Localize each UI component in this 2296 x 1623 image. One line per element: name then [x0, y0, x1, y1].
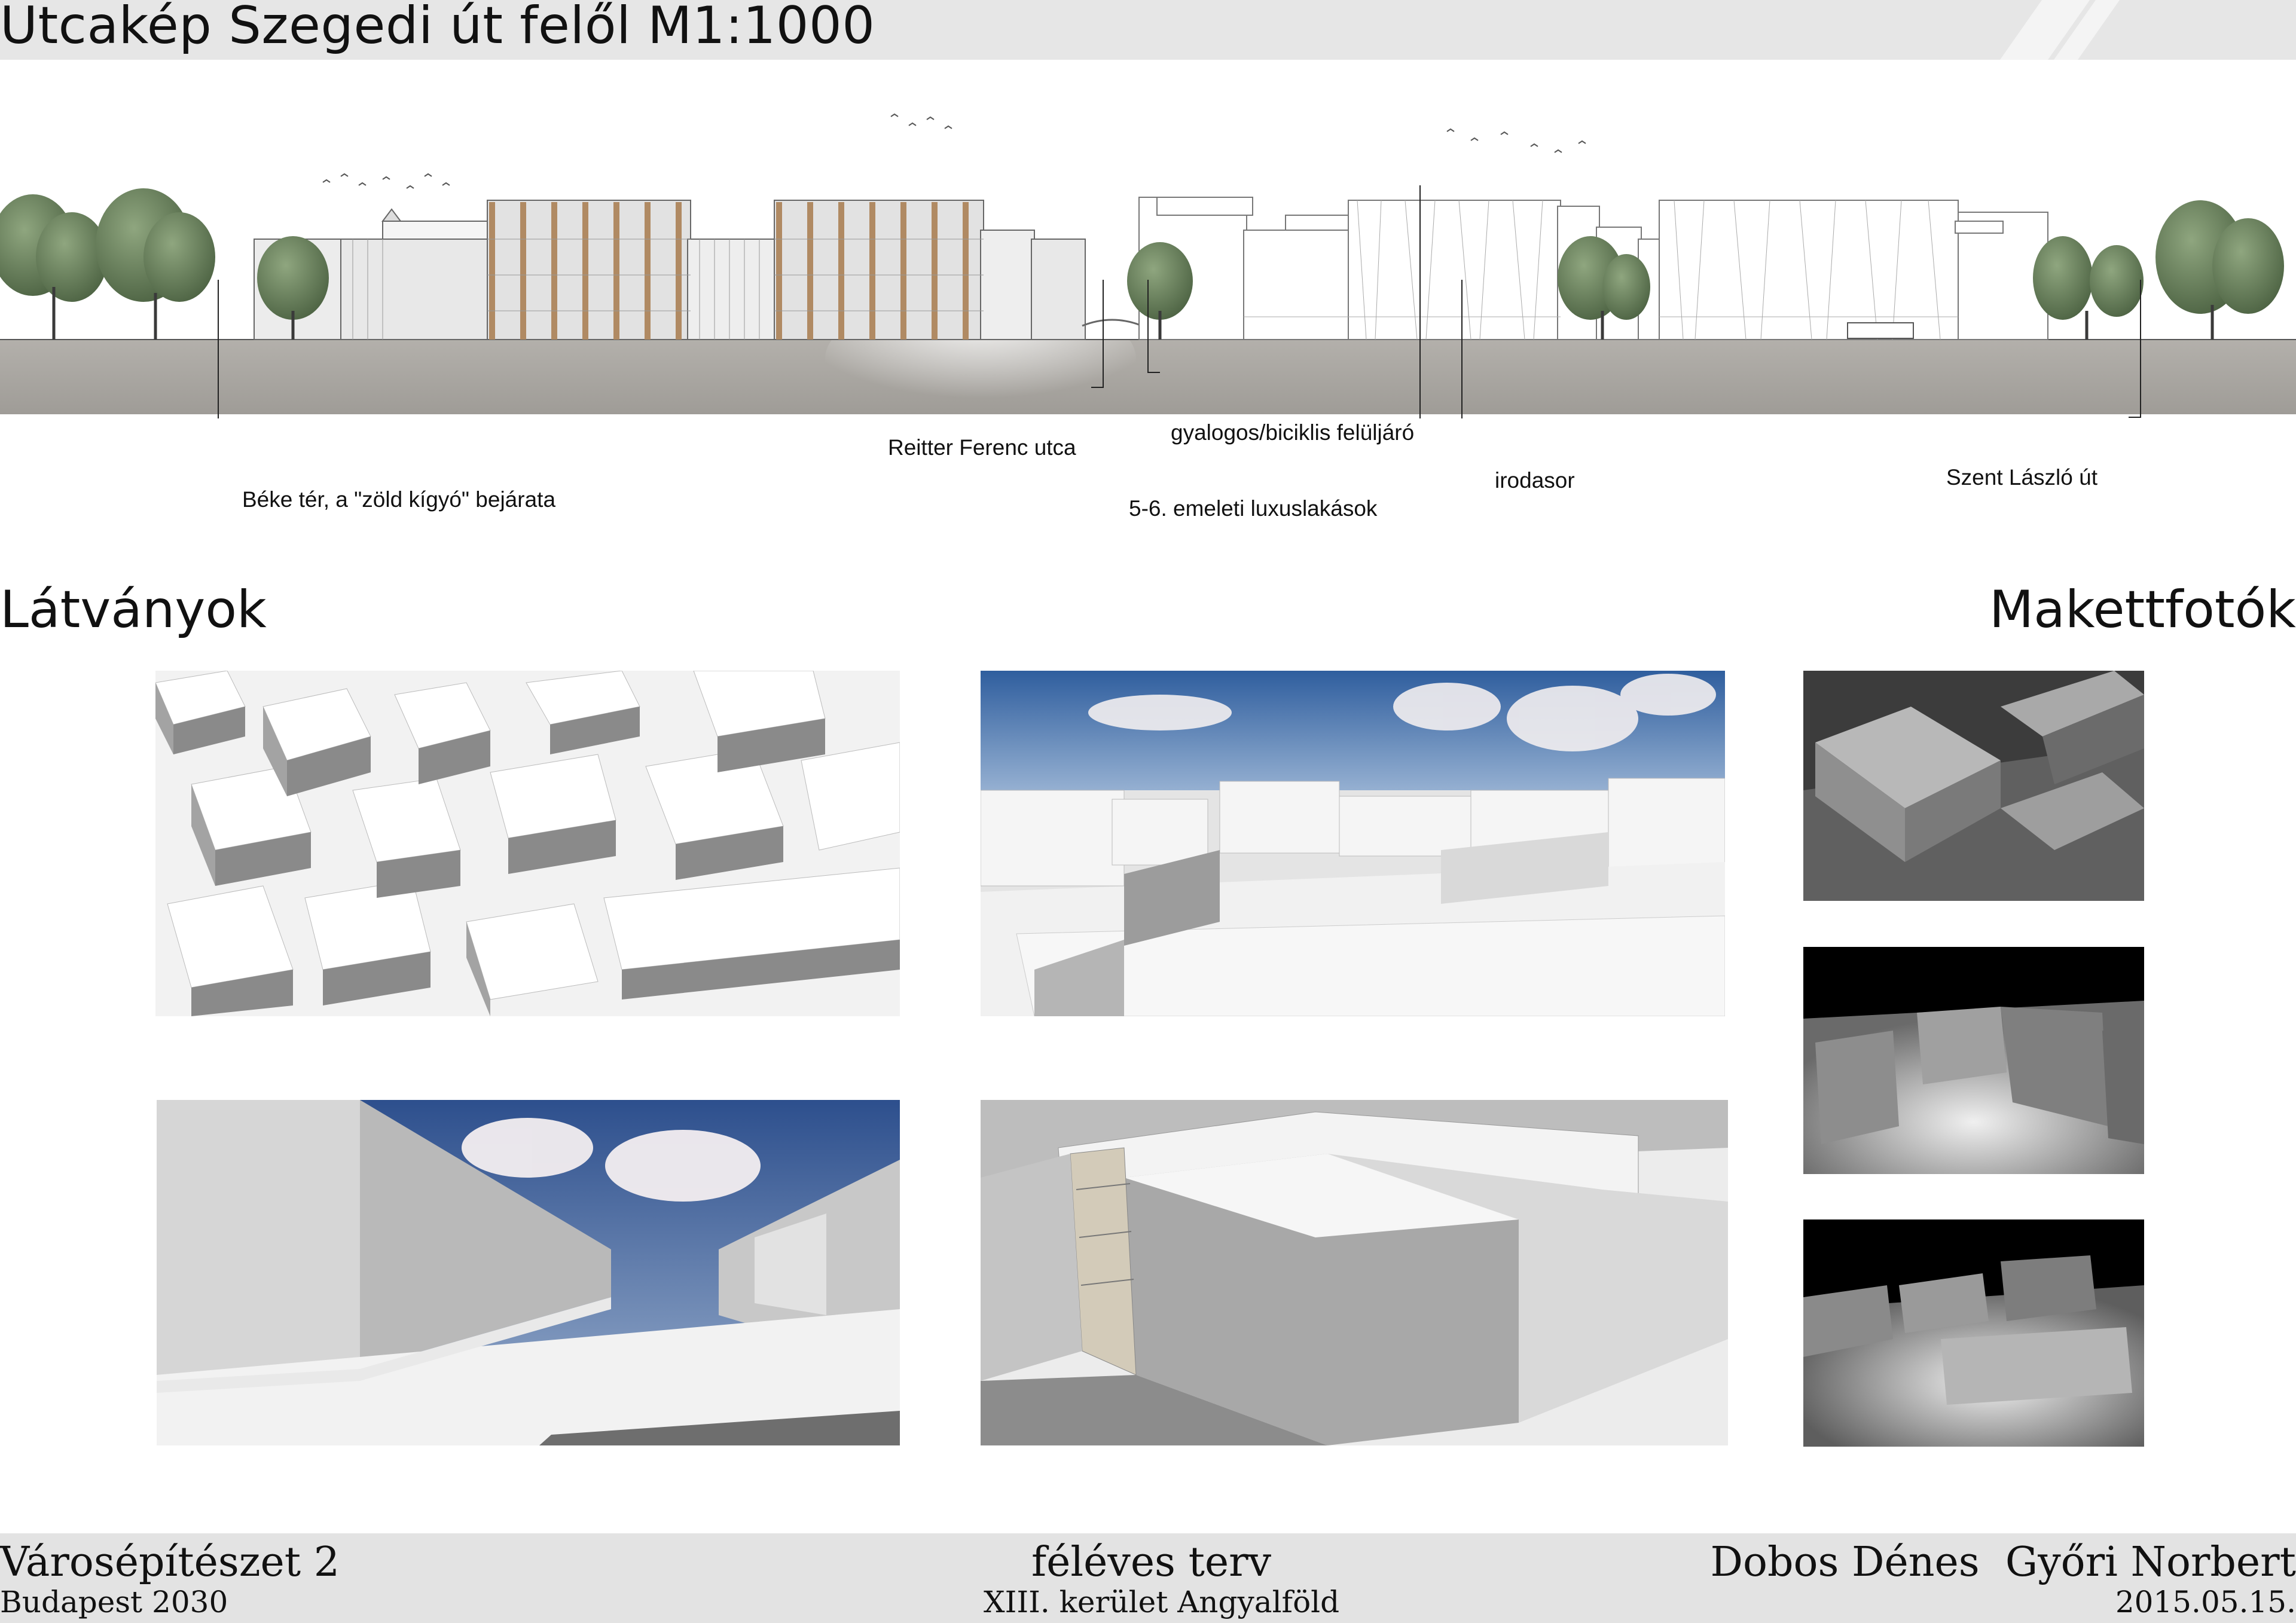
model-photo-2 [1803, 947, 2144, 1174]
render-building-closeup [981, 1100, 1728, 1445]
authors: Dobos Dénes Győri Norbert [1710, 1539, 2296, 1586]
model-photo-1 [1803, 671, 2144, 901]
building-group-left [254, 200, 1086, 340]
callout-irodasor: irodasor [1495, 468, 1575, 493]
callout-luxuslakasok: 5-6. emeleti luxuslakások [1129, 496, 1378, 521]
model-photo-3 [1803, 1219, 2144, 1447]
render-skyline-view [981, 671, 1725, 1016]
page-title: Utcakép Szegedi út felől M1:1000 [0, 0, 875, 56]
street-elevation-drawing [0, 113, 2296, 418]
course-title: Városépítészet 2 [0, 1539, 340, 1586]
heading-latvanyok: Látványok [0, 580, 267, 640]
bus [1847, 322, 1914, 339]
callout-szent-laszlo-ut: Szent László út [1946, 465, 2097, 490]
render-aerial-topdown [155, 671, 900, 1016]
callout-felujaro: gyalogos/biciklis felüljáró [1171, 420, 1415, 445]
callout-reitter-ferenc-utca: Reitter Ferenc utca [888, 435, 1076, 460]
plan-type: féléves terv [1031, 1539, 1272, 1586]
heading-makettfotok: Makettfotók [1989, 580, 2296, 640]
birds [322, 113, 1586, 189]
date: 2015.05.15. [2115, 1585, 2296, 1619]
callout-beke-ter: Béke tér, a "zöld kígyó" bejárata [242, 487, 556, 512]
district: XIII. kerület Angyalföld [984, 1585, 1340, 1619]
project-name: Budapest 2030 [0, 1585, 228, 1619]
render-street-perspective [157, 1100, 900, 1445]
